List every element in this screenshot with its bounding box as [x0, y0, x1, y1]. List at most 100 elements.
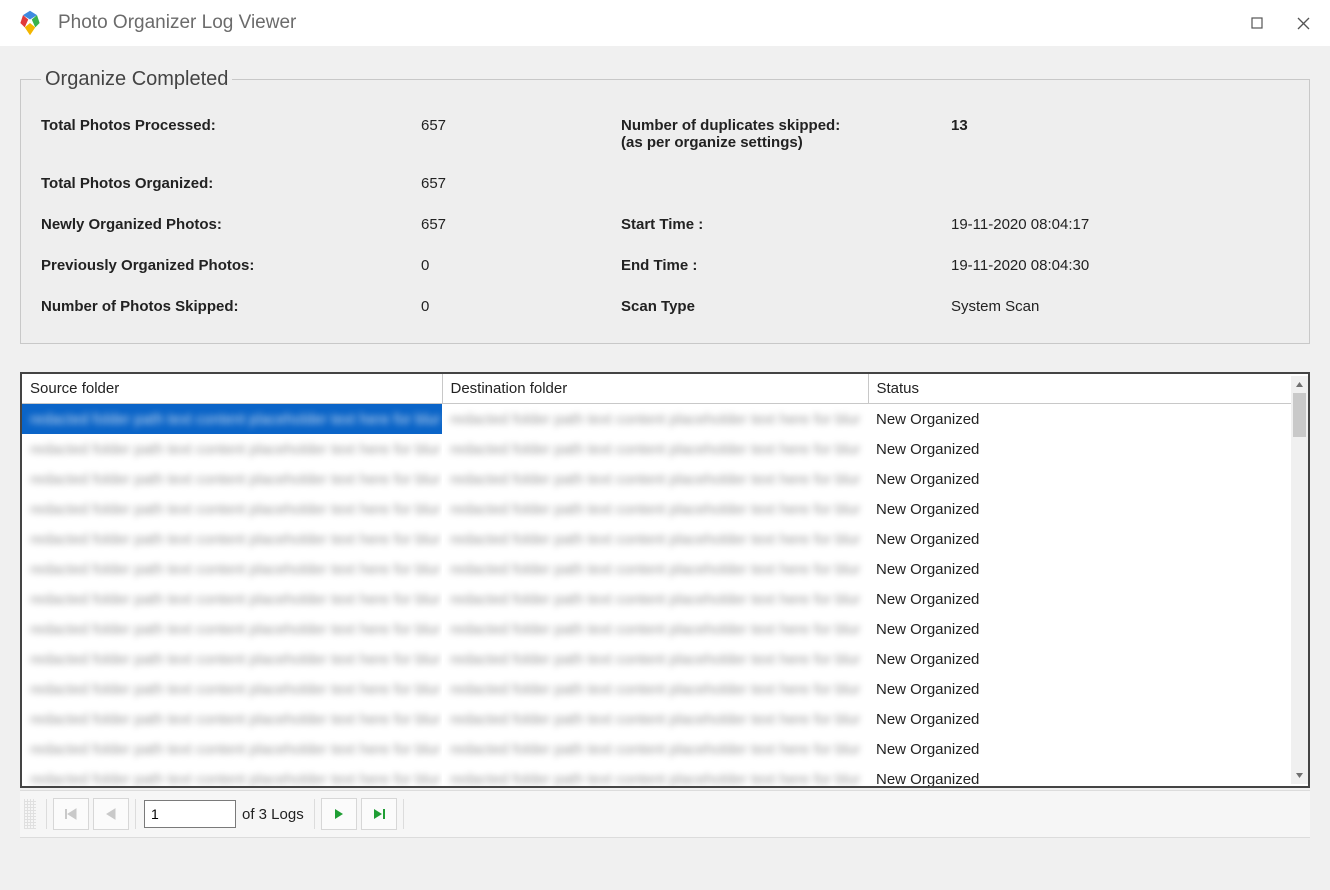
cell-source: redacted folder path text content placeh… — [22, 764, 442, 788]
separator — [403, 799, 404, 829]
separator — [46, 799, 47, 829]
table-row[interactable]: redacted folder path text content placeh… — [22, 584, 1291, 614]
cell-status: New Organized — [868, 674, 1291, 704]
summary-legend: Organize Completed — [41, 68, 232, 91]
cell-status: New Organized — [868, 494, 1291, 524]
cell-status: New Organized — [868, 734, 1291, 764]
label-previously-organized: Previously Organized Photos: — [41, 257, 421, 274]
value-newly-organized: 657 — [421, 216, 621, 233]
cell-destination: redacted folder path text content placeh… — [442, 464, 868, 494]
table-row[interactable]: redacted folder path text content placeh… — [22, 734, 1291, 764]
label-end-time: End Time : — [621, 257, 951, 274]
cell-status: New Organized — [868, 524, 1291, 554]
table-row[interactable]: redacted folder path text content placeh… — [22, 404, 1291, 435]
page-total-label: of 3 Logs — [242, 806, 304, 823]
window-title: Photo Organizer Log Viewer — [58, 12, 296, 34]
value-end-time: 19-11-2020 08:04:30 — [951, 257, 1289, 274]
cell-destination: redacted folder path text content placeh… — [442, 554, 868, 584]
cell-source: redacted folder path text content placeh… — [22, 404, 442, 435]
cell-source: redacted folder path text content placeh… — [22, 674, 442, 704]
cell-source: redacted folder path text content placeh… — [22, 734, 442, 764]
cell-status: New Organized — [868, 764, 1291, 788]
log-table: Source folder Destination folder Status … — [22, 374, 1291, 788]
scroll-down-icon[interactable] — [1291, 767, 1308, 784]
value-duplicates-skipped: 13 — [951, 117, 1289, 134]
label-total-processed: Total Photos Processed: — [41, 117, 421, 134]
table-row[interactable]: redacted folder path text content placeh… — [22, 464, 1291, 494]
label-start-time: Start Time : — [621, 216, 951, 233]
table-row[interactable]: redacted folder path text content placeh… — [22, 764, 1291, 788]
summary-grid: Total Photos Processed: 657 Number of du… — [41, 109, 1289, 315]
cell-destination: redacted folder path text content placeh… — [442, 614, 868, 644]
page-number-input[interactable] — [144, 800, 236, 828]
cell-status: New Organized — [868, 404, 1291, 435]
cell-destination: redacted folder path text content placeh… — [442, 494, 868, 524]
value-scan-type: System Scan — [951, 298, 1289, 315]
title-bar: Photo Organizer Log Viewer — [0, 0, 1330, 46]
separator — [135, 799, 136, 829]
table-row[interactable]: redacted folder path text content placeh… — [22, 494, 1291, 524]
cell-destination: redacted folder path text content placeh… — [442, 404, 868, 435]
maximize-button[interactable] — [1234, 5, 1280, 41]
cell-destination: redacted folder path text content placeh… — [442, 584, 868, 614]
cell-source: redacted folder path text content placeh… — [22, 524, 442, 554]
cell-status: New Organized — [868, 644, 1291, 674]
table-row[interactable]: redacted folder path text content placeh… — [22, 434, 1291, 464]
cell-status: New Organized — [868, 614, 1291, 644]
pager-toolbar: of 3 Logs — [20, 790, 1310, 838]
last-page-button[interactable] — [361, 798, 397, 830]
log-table-container: Source folder Destination folder Status … — [20, 372, 1310, 788]
table-row[interactable]: redacted folder path text content placeh… — [22, 644, 1291, 674]
label-duplicates-skipped: Number of duplicates skipped: (as per or… — [621, 117, 951, 151]
table-row[interactable]: redacted folder path text content placeh… — [22, 524, 1291, 554]
cell-status: New Organized — [868, 554, 1291, 584]
table-row[interactable]: redacted folder path text content placeh… — [22, 704, 1291, 734]
log-viewer-window: Photo Organizer Log Viewer Organize Comp… — [0, 0, 1330, 890]
cell-source: redacted folder path text content placeh… — [22, 464, 442, 494]
cell-destination: redacted folder path text content placeh… — [442, 704, 868, 734]
close-button[interactable] — [1280, 5, 1326, 41]
label-photos-skipped: Number of Photos Skipped: — [41, 298, 421, 315]
vertical-scrollbar[interactable] — [1291, 376, 1308, 784]
separator — [314, 799, 315, 829]
cell-destination: redacted folder path text content placeh… — [442, 644, 868, 674]
cell-source: redacted folder path text content placeh… — [22, 434, 442, 464]
table-row[interactable]: redacted folder path text content placeh… — [22, 554, 1291, 584]
summary-panel: Organize Completed Total Photos Processe… — [20, 68, 1310, 344]
scroll-track[interactable] — [1291, 393, 1308, 767]
label-total-organized: Total Photos Organized: — [41, 175, 421, 192]
cell-destination: redacted folder path text content placeh… — [442, 524, 868, 554]
scroll-up-icon[interactable] — [1291, 376, 1308, 393]
cell-status: New Organized — [868, 584, 1291, 614]
label-newly-organized: Newly Organized Photos: — [41, 216, 421, 233]
label-scan-type: Scan Type — [621, 298, 951, 315]
cell-destination: redacted folder path text content placeh… — [442, 434, 868, 464]
content-area: Organize Completed Total Photos Processe… — [0, 46, 1330, 838]
first-page-button[interactable] — [53, 798, 89, 830]
value-total-organized: 657 — [421, 175, 621, 192]
cell-source: redacted folder path text content placeh… — [22, 614, 442, 644]
prev-page-button[interactable] — [93, 798, 129, 830]
table-row[interactable]: redacted folder path text content placeh… — [22, 614, 1291, 644]
cell-status: New Organized — [868, 434, 1291, 464]
cell-destination: redacted folder path text content placeh… — [442, 734, 868, 764]
cell-source: redacted folder path text content placeh… — [22, 584, 442, 614]
cell-source: redacted folder path text content placeh… — [22, 554, 442, 584]
value-total-processed: 657 — [421, 117, 621, 134]
toolbar-grip-icon — [24, 799, 36, 829]
next-page-button[interactable] — [321, 798, 357, 830]
cell-source: redacted folder path text content placeh… — [22, 494, 442, 524]
value-photos-skipped: 0 — [421, 298, 621, 315]
scroll-thumb[interactable] — [1293, 393, 1306, 437]
value-previously-organized: 0 — [421, 257, 621, 274]
column-header-destination[interactable]: Destination folder — [442, 374, 868, 404]
cell-status: New Organized — [868, 464, 1291, 494]
app-logo-icon — [16, 9, 44, 37]
cell-destination: redacted folder path text content placeh… — [442, 764, 868, 788]
table-row[interactable]: redacted folder path text content placeh… — [22, 674, 1291, 704]
value-start-time: 19-11-2020 08:04:17 — [951, 216, 1289, 233]
column-header-status[interactable]: Status — [868, 374, 1291, 404]
cell-source: redacted folder path text content placeh… — [22, 704, 442, 734]
column-header-source[interactable]: Source folder — [22, 374, 442, 404]
cell-status: New Organized — [868, 704, 1291, 734]
